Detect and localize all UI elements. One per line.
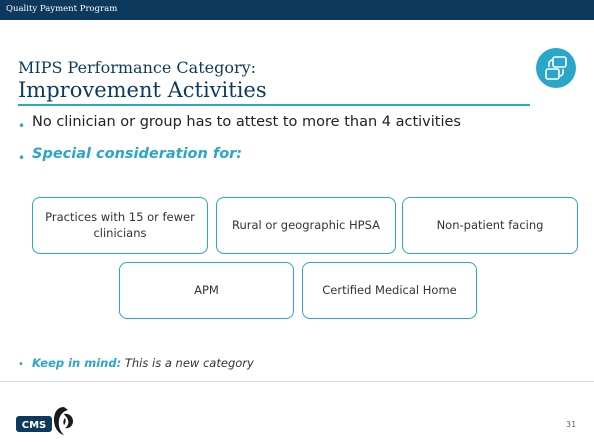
title-divider xyxy=(18,104,530,106)
box-label: Practices with 15 or fewer clinicians xyxy=(45,209,195,240)
bullet-marker: • xyxy=(18,359,24,370)
keep-in-mind-text: This is a new category xyxy=(124,356,254,370)
keep-in-mind-label: Keep in mind: xyxy=(32,356,122,370)
box-label: APM xyxy=(194,282,219,297)
box-apm: APM xyxy=(119,262,294,319)
box-non-patient-facing: Non-patient facing xyxy=(402,197,578,254)
hhs-eagle-icon xyxy=(54,407,73,435)
box-certified-medical-home: Certified Medical Home xyxy=(302,262,477,319)
cms-logo-text: CMS xyxy=(22,420,47,431)
bullet-keep-in-mind: Keep in mind: This is a new category xyxy=(32,356,254,370)
cms-logo: CMS xyxy=(16,416,52,432)
footer-divider xyxy=(0,381,594,382)
bullet-attest-limit: No clinician or group has to attest to m… xyxy=(32,114,461,130)
slide-title-line2: Improvement Activities xyxy=(18,78,267,102)
bullet-marker: • xyxy=(18,119,26,133)
slide-title-line1: MIPS Performance Category: xyxy=(18,58,257,77)
box-rural-hpsa: Rural or geographic HPSA xyxy=(216,197,396,254)
box-label: Rural or geographic HPSA xyxy=(231,217,381,232)
program-name: Quality Payment Program xyxy=(6,4,118,14)
cycle-arrows-icon xyxy=(536,48,576,88)
box-small-practices: Practices with 15 or fewer clinicians xyxy=(32,197,208,254)
box-label: Non-patient facing xyxy=(436,217,544,232)
bullet-special-consideration: Special consideration for: xyxy=(32,146,243,162)
bullet-marker: • xyxy=(18,151,26,165)
top-banner: Quality Payment Program xyxy=(0,0,594,20)
box-label: Certified Medical Home xyxy=(322,282,457,297)
page-number: 31 xyxy=(566,420,577,429)
